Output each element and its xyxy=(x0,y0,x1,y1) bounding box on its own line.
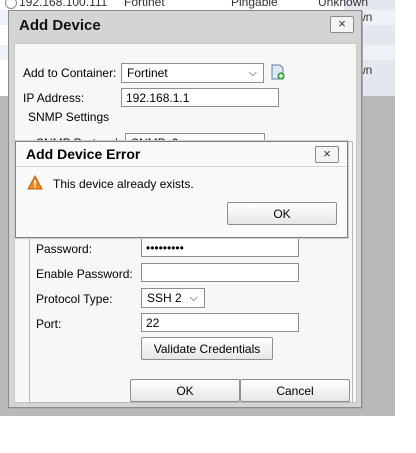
protocol-type-select[interactable]: SSH 2 ⌵ xyxy=(141,288,205,308)
error-close-button[interactable]: × xyxy=(315,146,339,163)
row-status: Pingable xyxy=(231,0,278,9)
chevron-down-icon: ⌵ xyxy=(189,292,198,304)
row-radio[interactable] xyxy=(5,0,17,9)
row-vendor: Fortinet xyxy=(124,0,165,9)
enable-password-label: Enable Password: xyxy=(36,267,133,281)
error-ok-button[interactable]: OK xyxy=(227,202,337,225)
protocol-type-value: SSH 2 xyxy=(147,291,182,305)
cancel-button[interactable]: Cancel xyxy=(240,379,350,402)
add-device-error-dialog: Add Device Error × This device already e… xyxy=(15,141,348,238)
container-select[interactable]: Fortinet ⌵ xyxy=(121,63,264,83)
divider xyxy=(16,166,347,167)
close-icon: × xyxy=(338,16,346,31)
chevron-down-icon: ⌵ xyxy=(248,67,257,79)
ip-address-field[interactable]: 192.168.1.1 xyxy=(121,88,279,107)
password-field[interactable]: ••••••••• xyxy=(141,238,299,257)
port-field[interactable]: 22 xyxy=(141,313,299,332)
close-icon: × xyxy=(323,146,331,161)
snmp-settings-legend: SNMP Settings xyxy=(25,110,113,124)
ip-label: IP Address: xyxy=(23,91,85,105)
row-extra: Unknown xyxy=(318,0,369,9)
validate-credentials-button[interactable]: Validate Credentials xyxy=(141,337,273,360)
dialog-title: Add Device xyxy=(19,17,101,34)
table-row[interactable]: 192.168.100.111 Fortinet Pingable Unknow… xyxy=(0,0,395,10)
protocol-type-label: Protocol Type: xyxy=(36,292,113,306)
password-label: Password: xyxy=(36,242,93,256)
enable-password-field[interactable] xyxy=(141,263,299,282)
port-label: Port: xyxy=(36,317,62,331)
add-container-icon[interactable] xyxy=(271,64,285,80)
warning-icon xyxy=(27,175,43,190)
error-message: This device already exists. xyxy=(53,177,194,191)
container-label: Add to Container: xyxy=(23,66,117,80)
ok-button[interactable]: OK xyxy=(130,379,240,402)
row-ip: 192.168.100.111 xyxy=(19,0,108,9)
error-dialog-title: Add Device Error xyxy=(26,146,141,162)
container-value: Fortinet xyxy=(127,66,168,80)
close-button[interactable]: × xyxy=(330,16,354,33)
